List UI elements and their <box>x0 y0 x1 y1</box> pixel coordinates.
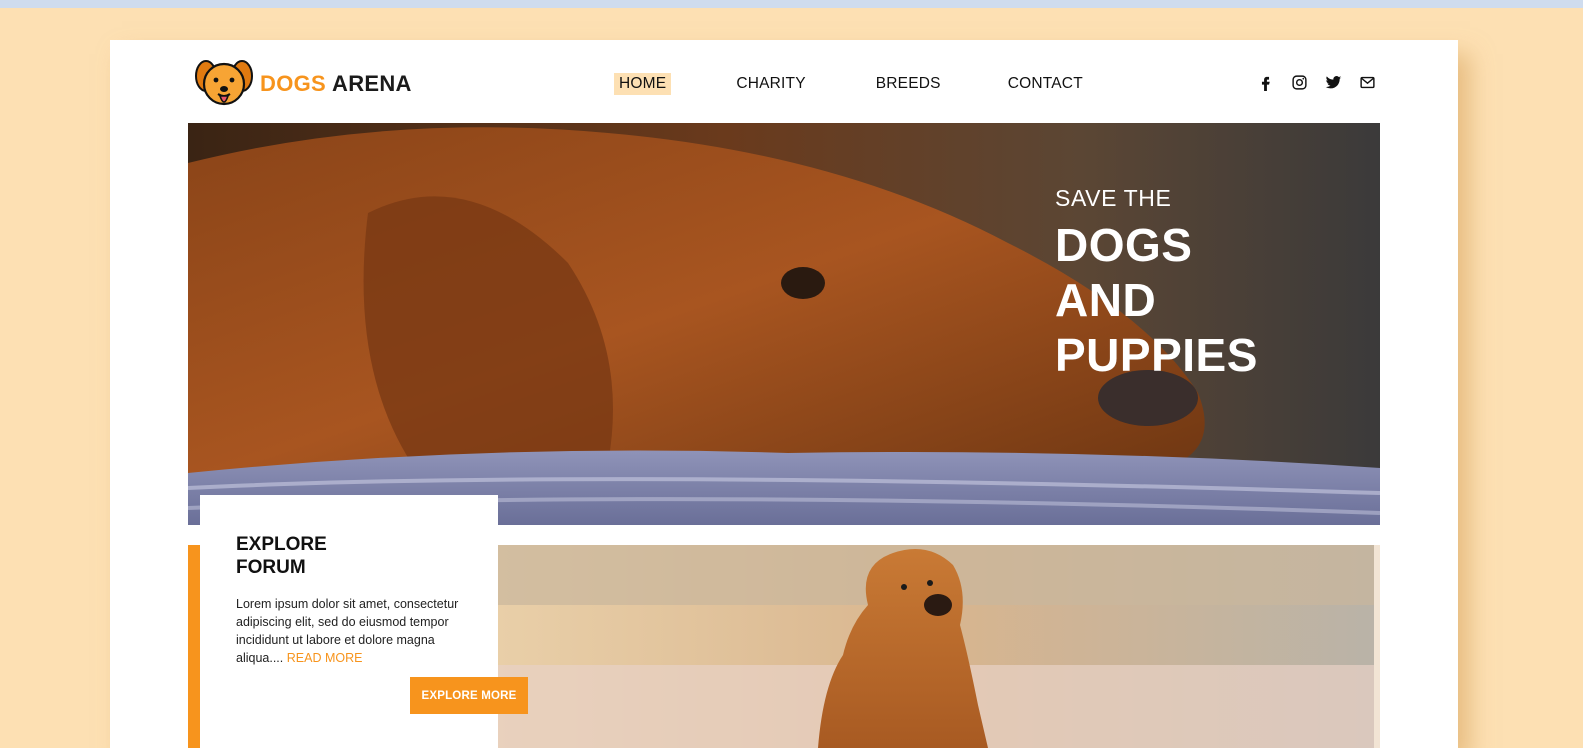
hero-text: SAVE THE DOGS AND PUPPIES <box>1055 185 1258 383</box>
nav-item-breeds[interactable]: BREEDS <box>871 73 946 95</box>
explore-more-button[interactable]: EXPLORE MORE <box>410 677 528 714</box>
accent-stripe <box>188 545 200 748</box>
twitter-icon[interactable] <box>1324 73 1342 91</box>
page-container: DOGS ARENA HOME CHARITY BREEDS CONTACT S… <box>110 40 1458 748</box>
nav-item-home[interactable]: HOME <box>614 73 672 95</box>
read-more-link[interactable]: READ MORE <box>287 651 363 665</box>
brand-name: DOGS ARENA <box>260 71 412 97</box>
mail-icon[interactable] <box>1358 73 1376 91</box>
hero-banner: SAVE THE DOGS AND PUPPIES <box>188 123 1380 525</box>
facebook-icon[interactable] <box>1256 73 1274 91</box>
forum-card-title: EXPLORE FORUM <box>236 533 376 579</box>
brand-name-part1: DOGS <box>260 71 326 96</box>
instagram-icon[interactable] <box>1290 73 1308 91</box>
dog-face-icon <box>195 60 253 106</box>
main-nav: HOME CHARITY BREEDS CONTACT <box>614 73 1148 95</box>
brand-name-part2: ARENA <box>332 71 412 96</box>
logo[interactable]: DOGS ARENA <box>194 56 412 112</box>
browser-top-strip <box>0 0 1583 8</box>
social-links <box>1256 73 1392 91</box>
hero-title-line1: DOGS <box>1055 219 1193 271</box>
forum-card-title-line1: EXPLORE <box>236 534 327 555</box>
forum-dog-photo <box>498 545 1380 748</box>
forum-card-text: Lorem ipsum dolor sit amet, consectetur … <box>236 595 466 667</box>
hero-subtitle: SAVE THE <box>1055 185 1172 211</box>
hero-title-line3: PUPPIES <box>1055 329 1258 381</box>
nav-item-contact[interactable]: CONTACT <box>1003 73 1088 95</box>
forum-card-title-line2: FORUM <box>236 557 306 578</box>
nav-item-charity[interactable]: CHARITY <box>731 73 810 95</box>
hero-title: DOGS AND PUPPIES <box>1055 218 1258 383</box>
hero-title-line2: AND <box>1055 274 1157 326</box>
